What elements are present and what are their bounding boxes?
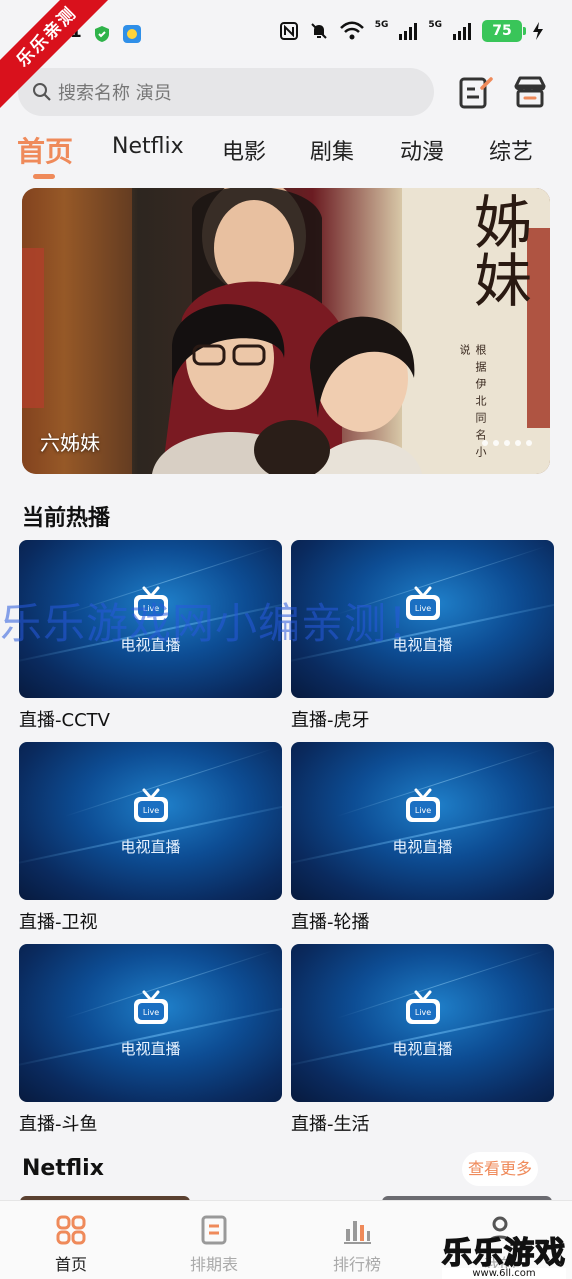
schedule-icon	[201, 1215, 227, 1245]
brand-name: 乐乐游戏	[441, 1235, 566, 1272]
featured-banner[interactable]: 姊妹 根据伊北同名小说 六姊妹	[22, 188, 550, 474]
card-caption: 电视直播	[392, 838, 453, 856]
corner-ribbon: 乐乐亲测	[0, 0, 110, 110]
tab-home[interactable]: 首页	[17, 130, 73, 170]
poster-subtitle: 根据伊北同名小说	[458, 344, 487, 463]
card-label: 直播-生活	[291, 1114, 370, 1135]
tab-variety[interactable]: 综艺	[489, 134, 533, 166]
see-more-button[interactable]: 查看更多	[462, 1152, 538, 1186]
brand-watermark: 乐乐游戏 www.6ll.com	[441, 1228, 566, 1279]
tab-movies[interactable]: 电影	[222, 134, 266, 166]
live-tv-icon: Live	[133, 990, 168, 1024]
live-tv-icon: Live	[405, 788, 440, 822]
ribbon-label: 乐乐亲测	[0, 0, 110, 110]
store-icon[interactable]	[512, 74, 548, 110]
card-label: 直播-卫视	[19, 912, 98, 933]
live-tv-icon: Live	[405, 990, 440, 1024]
carousel-indicator	[482, 440, 532, 446]
live-card-rotation[interactable]: Live 电视直播 直播-轮播	[291, 742, 554, 934]
card-caption: 电视直播	[120, 838, 181, 856]
banner-title: 六姊妹	[40, 431, 100, 455]
card-caption: 电视直播	[120, 1040, 181, 1058]
card-caption: 电视直播	[392, 1040, 453, 1058]
tab-series[interactable]: 剧集	[310, 134, 354, 166]
live-card-douyu[interactable]: Live 电视直播 直播-斗鱼	[19, 944, 282, 1136]
card-label: 直播-轮播	[291, 912, 370, 933]
mute-bell-icon	[310, 23, 327, 39]
live-tv-icon: Live	[133, 788, 168, 822]
chart-icon	[344, 1221, 371, 1244]
nav-label: 首页	[54, 1255, 87, 1274]
app-notification-icon	[123, 25, 141, 43]
poster-title-art: 姊妹	[464, 192, 532, 308]
battery-indicator: 75	[482, 20, 526, 42]
card-thumbnail: Live 电视直播	[291, 742, 554, 900]
signal-icon	[453, 23, 471, 40]
svg-text:Live: Live	[142, 1008, 158, 1017]
card-label: 直播-斗鱼	[19, 1114, 98, 1135]
card-thumbnail: Live 电视直播	[19, 742, 282, 900]
card-label: 直播-虎牙	[291, 710, 370, 731]
live-card-satellite[interactable]: Live 电视直播 直播-卫视	[19, 742, 282, 934]
card-label: 直播-CCTV	[19, 710, 110, 731]
category-tabs: 首页 Netflix 电影 剧集 动漫 综艺	[0, 126, 572, 182]
card-thumbnail: Live 电视直播	[291, 944, 554, 1102]
wifi-icon	[339, 21, 364, 40]
charging-icon	[533, 22, 543, 40]
svg-text:Live: Live	[142, 806, 158, 815]
section-title-now-playing: 当前热播	[22, 506, 111, 531]
signal-icon	[399, 23, 418, 40]
card-thumbnail: Live 电视直播	[19, 944, 282, 1102]
watermark-overlay: 乐乐游戏网小编亲测！	[0, 599, 431, 648]
svg-text:Live: Live	[414, 806, 430, 815]
nav-label: 排期表	[189, 1255, 238, 1274]
nav-schedule[interactable]: 排期表	[169, 1215, 259, 1275]
tab-netflix[interactable]: Netflix	[112, 134, 184, 159]
nav-home[interactable]: 首页	[26, 1215, 116, 1275]
active-tab-indicator	[33, 174, 55, 179]
tab-anime[interactable]: 动漫	[400, 134, 444, 166]
nfc-icon	[279, 22, 298, 40]
section-title-netflix: Netflix	[22, 1156, 104, 1181]
live-card-life[interactable]: Live 电视直播 直播-生活	[291, 944, 554, 1136]
nav-ranking[interactable]: 排行榜	[312, 1215, 402, 1275]
history-edit-icon[interactable]	[458, 74, 494, 110]
svg-text:Live: Live	[414, 1008, 430, 1017]
grid-icon	[56, 1215, 86, 1245]
nav-label: 排行榜	[332, 1255, 381, 1274]
